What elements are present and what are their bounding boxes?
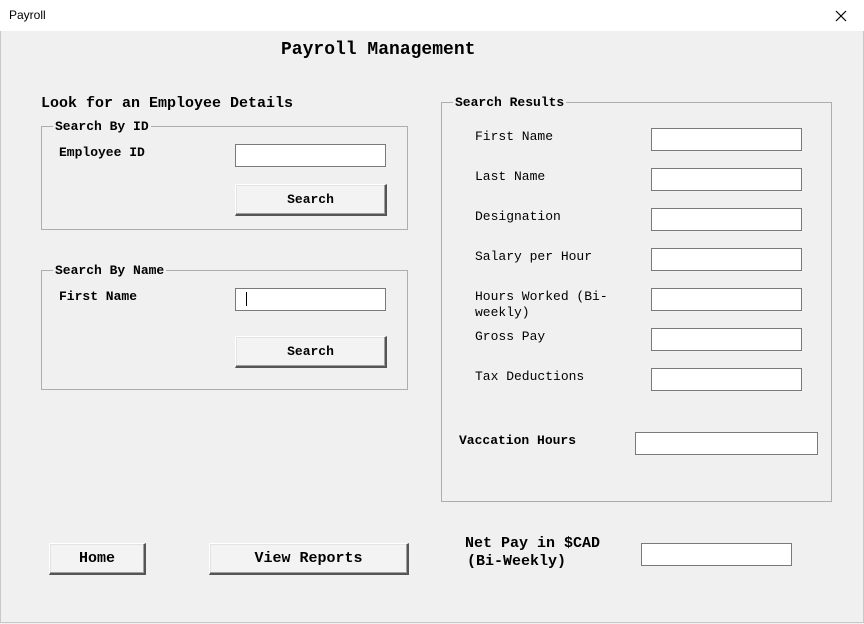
net-pay-field[interactable] bbox=[641, 543, 792, 566]
vacation-hours-label: Vaccation Hours bbox=[459, 433, 577, 448]
search-by-id-legend: Search By ID bbox=[53, 119, 151, 134]
employee-id-input[interactable] bbox=[235, 144, 386, 167]
result-salary-label: Salary per Hour bbox=[475, 249, 593, 264]
search-by-name-legend: Search By Name bbox=[53, 263, 167, 278]
search-by-id-button[interactable]: Search bbox=[235, 184, 387, 216]
page-title: Payroll Management bbox=[281, 40, 476, 60]
window-titlebar bbox=[0, 0, 864, 31]
result-designation-field[interactable] bbox=[651, 208, 802, 231]
search-panel-heading: Look for an Employee Details bbox=[41, 95, 294, 112]
first-name-search-input[interactable] bbox=[235, 288, 386, 311]
result-gross-pay-label: Gross Pay bbox=[475, 329, 546, 344]
employee-id-label: Employee ID bbox=[59, 145, 145, 160]
result-first-name-label: First Name bbox=[475, 129, 554, 144]
vacation-hours-field[interactable] bbox=[635, 432, 818, 455]
search-by-name-button[interactable]: Search bbox=[235, 336, 387, 368]
result-gross-pay-field[interactable] bbox=[651, 328, 802, 351]
result-designation-label: Designation bbox=[475, 209, 561, 224]
result-first-name-field[interactable] bbox=[651, 128, 802, 151]
result-hours-worked-label: Hours Worked (Bi- weekly) bbox=[475, 289, 608, 320]
search-results-legend: Search Results bbox=[453, 95, 567, 110]
result-tax-deductions-label: Tax Deductions bbox=[475, 369, 585, 384]
result-tax-deductions-field[interactable] bbox=[651, 368, 802, 391]
result-last-name-field[interactable] bbox=[651, 168, 802, 191]
result-last-name-label: Last Name bbox=[475, 169, 546, 184]
first-name-search-label: First Name bbox=[59, 289, 138, 304]
net-pay-label: Net Pay in $CAD bbox=[465, 535, 601, 552]
home-button[interactable]: Home bbox=[49, 543, 146, 575]
close-button[interactable] bbox=[818, 0, 864, 31]
window-title: Payroll bbox=[9, 8, 46, 22]
result-hours-worked-field[interactable] bbox=[651, 288, 802, 311]
view-reports-button[interactable]: View Reports bbox=[209, 543, 409, 575]
close-icon bbox=[835, 10, 847, 21]
result-salary-field[interactable] bbox=[651, 248, 802, 271]
net-pay-label-period: (Bi-Weekly) bbox=[467, 553, 567, 570]
